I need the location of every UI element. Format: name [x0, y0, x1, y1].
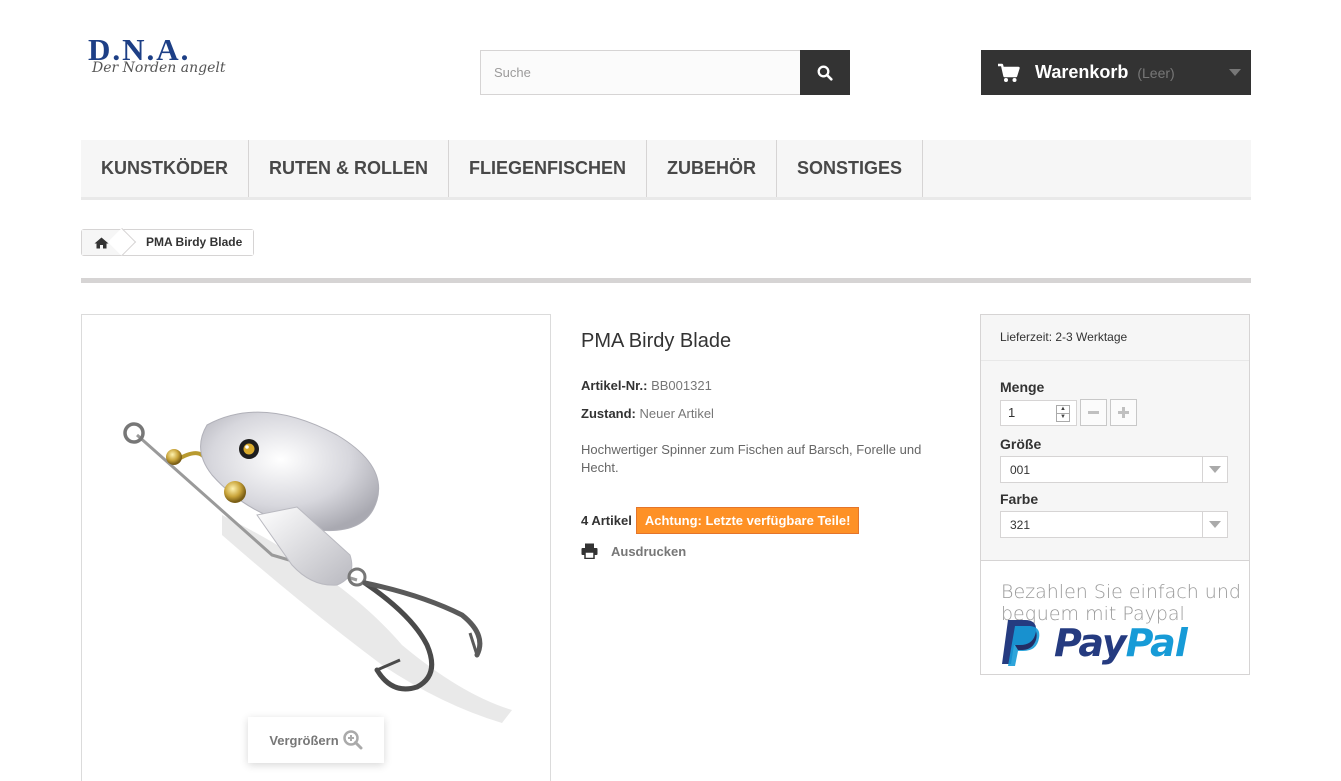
search-bar — [480, 50, 850, 95]
paypal-word-pay: Pay — [1054, 621, 1127, 665]
chevron-down-icon — [1202, 512, 1227, 537]
quantity-value: 1 — [1008, 405, 1016, 420]
paypal-word-pal: Pal — [1125, 621, 1188, 665]
quantity-row: 1 ▲ ▼ — [1000, 399, 1230, 426]
size-select[interactable]: 001 — [1000, 456, 1228, 483]
quantity-increase-button[interactable] — [1110, 399, 1137, 426]
search-button[interactable] — [800, 50, 850, 95]
quantity-decrease-button[interactable] — [1080, 399, 1107, 426]
article-number: Artikel-Nr.: BB001321 — [581, 378, 941, 393]
zoom-in-icon — [342, 730, 363, 750]
print-link[interactable]: Ausdrucken — [581, 543, 686, 559]
color-value: 321 — [1010, 517, 1031, 532]
chevron-down-icon — [1202, 457, 1227, 482]
minus-icon — [1088, 411, 1099, 414]
product-options: Menge 1 ▲ ▼ Größe 001 Farbe 321 — [981, 361, 1249, 561]
logo-tagline: Der Norden angelt — [92, 60, 226, 76]
print-label: Ausdrucken — [611, 543, 687, 559]
plus-icon — [1118, 407, 1129, 418]
cart-icon — [998, 63, 1020, 82]
paypal-p-icon — [1002, 620, 1040, 666]
condition-label: Zustand: — [581, 406, 636, 421]
spin-up-icon[interactable]: ▲ — [1057, 406, 1069, 413]
stock-info: 4 Artikel Achtung: Letzte verfügbare Tei… — [581, 507, 860, 534]
paypal-promo: Bezahlen Sie einfach und bequem mit Payp… — [981, 561, 1249, 625]
product-info: PMA Birdy Blade Artikel-Nr.: BB001321 Zu… — [581, 330, 941, 477]
chevron-down-icon — [1229, 69, 1241, 76]
breadcrumb: PMA Birdy Blade — [81, 229, 255, 256]
search-icon — [817, 65, 833, 81]
menu-item-ruten-rollen[interactable]: RUTEN & ROLLEN — [249, 140, 450, 197]
zoom-label: Vergrößern — [269, 732, 339, 748]
menu-item-sonstiges[interactable]: SONSTIGES — [777, 140, 924, 197]
cart-button[interactable]: Warenkorb (Leer) — [981, 50, 1251, 95]
article-number-value: BB001321 — [651, 378, 712, 393]
zoom-button[interactable]: Vergrößern — [248, 717, 384, 763]
color-label: Farbe — [1000, 491, 1039, 507]
condition: Zustand: Neuer Artikel — [581, 406, 941, 421]
breadcrumb-current: PMA Birdy Blade — [124, 230, 254, 255]
paypal-wordmark: PayPal — [1054, 621, 1188, 665]
menu-item-kunstkoeder[interactable]: KUNSTKÖDER — [81, 140, 250, 197]
product-title: PMA Birdy Blade — [581, 330, 732, 352]
print-icon — [581, 543, 598, 559]
condition-value: Neuer Artikel — [639, 406, 714, 421]
product-description: Hochwertiger Spinner zum Fischen auf Bar… — [581, 442, 922, 475]
main-menu: KUNSTKÖDER RUTEN & ROLLEN FLIEGENFISCHEN… — [81, 140, 1251, 200]
product-image[interactable] — [81, 314, 551, 781]
divider — [81, 278, 1251, 283]
breadcrumb-home[interactable] — [82, 230, 124, 255]
menu-item-zubehoer[interactable]: ZUBEHÖR — [647, 140, 778, 197]
stock-warning-badge: Achtung: Letzte verfügbare Teile! — [635, 507, 860, 534]
color-select[interactable]: 321 — [1000, 511, 1228, 538]
delivery-time: Lieferzeit: 2-3 Werktage — [981, 315, 1249, 361]
menu-item-fliegenfischen[interactable]: FLIEGENFISCHEN — [449, 140, 648, 197]
search-input[interactable] — [480, 50, 800, 95]
cart-label: Warenkorb — [1035, 62, 1129, 82]
site-logo[interactable]: D.N.A. Der Norden angelt — [88, 34, 228, 94]
quantity-spinner[interactable]: ▲ ▼ — [1056, 404, 1070, 422]
size-label: Größe — [1000, 436, 1042, 452]
stock-quantity: 4 Artikel — [581, 513, 632, 528]
spin-down-icon[interactable]: ▼ — [1057, 412, 1069, 421]
size-value: 001 — [1010, 462, 1031, 477]
paypal-logo: PayPal — [1000, 618, 1188, 668]
spinner-lure-image — [123, 411, 512, 723]
article-number-label: Artikel-Nr.: — [581, 378, 648, 393]
home-icon — [94, 237, 108, 248]
quantity-label: Menge — [1000, 379, 1045, 395]
cart-status: (Leer) — [1137, 64, 1175, 81]
quantity-input[interactable]: 1 ▲ ▼ — [1000, 399, 1077, 426]
